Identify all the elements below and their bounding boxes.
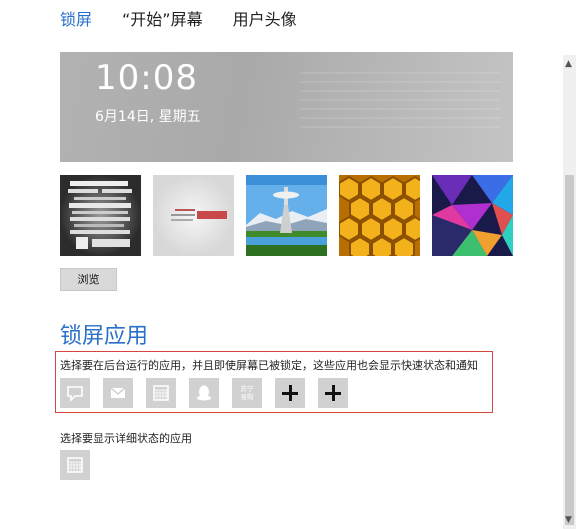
add-app-button-2[interactable] (318, 378, 348, 408)
tab-bar: 锁屏 “开始”屏幕 用户头像 (60, 10, 327, 32)
background-apps-description: 选择要在后台运行的应用，并且即使屏幕已被锁定，这些应用也会显示快速状态和通知 (60, 359, 478, 372)
mail-icon (103, 387, 133, 412)
preview-date: 6月14日, 星期五 (95, 109, 201, 125)
background-thumbnails (60, 175, 513, 256)
tab-start-screen[interactable]: “开始”屏幕 (122, 10, 203, 32)
detailed-status-description: 选择要显示详细状态的应用 (60, 432, 192, 445)
app-slot-qq[interactable] (189, 378, 219, 408)
vertical-scrollbar[interactable]: ▲ ▼ (563, 55, 576, 529)
svg-text:易购: 易购 (241, 392, 255, 401)
suning-app-icon: 苏宁 易购 (232, 384, 262, 412)
calendar-icon (146, 385, 176, 412)
detailed-status-app-slot[interactable] (60, 450, 90, 480)
messaging-icon (60, 386, 90, 412)
calendar-icon (60, 457, 90, 484)
svg-text:苏宁: 苏宁 (241, 384, 255, 393)
preview-clock: 10:08 (95, 58, 198, 98)
thumbnail-space-needle[interactable] (246, 175, 327, 256)
app-slot-suning[interactable]: 苏宁 易购 (232, 378, 262, 408)
lock-screen-preview: 10:08 6月14日, 星期五 (60, 52, 513, 162)
app-slot-messaging[interactable] (60, 378, 90, 408)
qq-penguin-icon (189, 385, 219, 412)
scroll-down-arrow-icon[interactable]: ▼ (565, 515, 572, 525)
app-slot-mail[interactable] (103, 378, 133, 408)
scrollbar-thumb[interactable] (565, 175, 574, 525)
preview-background-texture (300, 68, 500, 128)
tab-lock-screen[interactable]: 锁屏 (60, 10, 92, 32)
thumbnail-future-today[interactable] (153, 175, 234, 256)
browse-button[interactable]: 浏览 (60, 268, 117, 291)
thumbnail-geometric-triangles[interactable] (432, 175, 513, 256)
thumbnail-honeycomb[interactable] (339, 175, 420, 256)
section-title-lock-screen-apps: 锁屏应用 (60, 324, 149, 349)
scroll-up-arrow-icon[interactable]: ▲ (565, 59, 572, 69)
add-app-button-1[interactable] (275, 378, 305, 408)
app-slot-calendar[interactable] (146, 378, 176, 408)
thumbnail-typography-poster[interactable] (60, 175, 141, 256)
background-apps-list: 苏宁 易购 (60, 378, 420, 408)
tab-account-picture[interactable]: 用户头像 (233, 10, 297, 32)
